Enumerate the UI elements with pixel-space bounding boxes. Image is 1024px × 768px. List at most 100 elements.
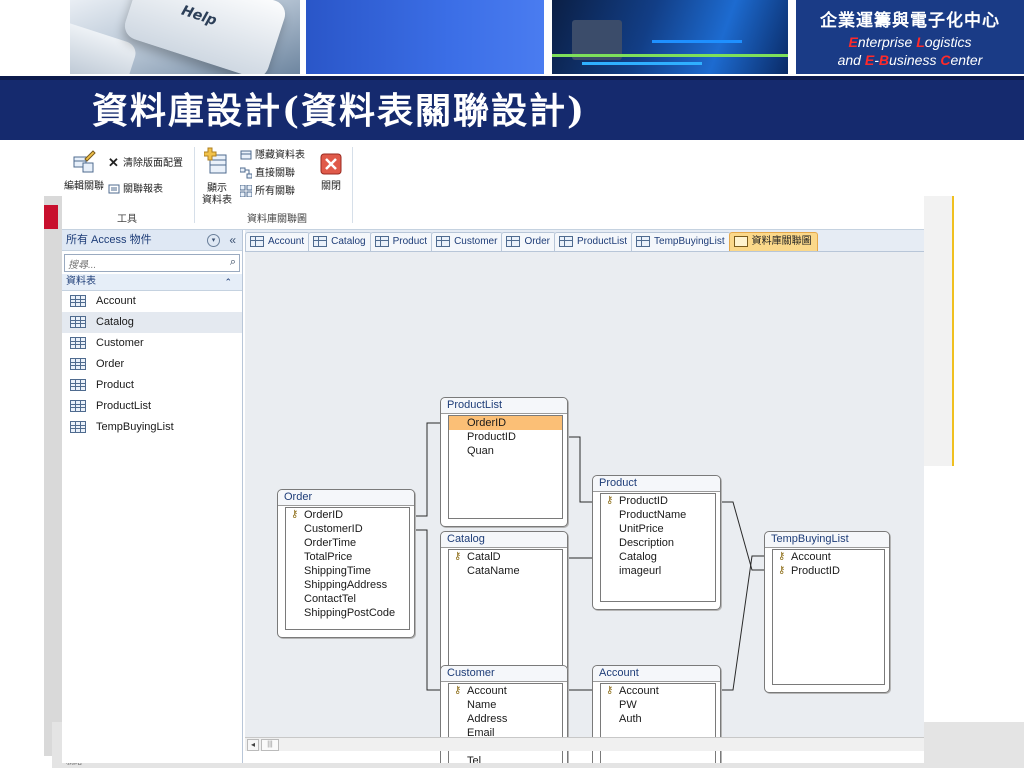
tab-account[interactable]: Account	[245, 232, 311, 251]
field-name: ProductID	[791, 565, 840, 577]
field-catald[interactable]: ⚷ CatalD	[449, 550, 562, 564]
nav-item-account[interactable]: Account	[62, 291, 242, 312]
field-tel[interactable]: Tel	[449, 754, 562, 763]
close-relationships-button[interactable]: 關閉	[316, 153, 346, 193]
collapse-pane-icon[interactable]: «	[229, 230, 236, 250]
field-name: Auth	[619, 713, 642, 725]
field-catalog[interactable]: Catalog	[601, 550, 715, 564]
field-name: ProductID	[619, 495, 668, 507]
field-orderid[interactable]: OrderID	[449, 416, 562, 430]
primary-key-icon: ⚷	[606, 495, 614, 506]
navigation-pane-header[interactable]: 所有 Access 物件 ▾ «	[62, 230, 242, 251]
table-box-productlist[interactable]: ProductList OrderID ProductID Quan	[440, 397, 568, 527]
direct-relationships-button[interactable]: 直接關聯	[240, 167, 295, 181]
access-window: 編輯關聯 ✕ 清除版面配置 關聯報表 工具 顯示 資料表 隱藏資料表 直接關聯 所…	[62, 143, 924, 763]
nav-item-label: Catalog	[96, 316, 134, 328]
field-unitprice[interactable]: UnitPrice	[601, 522, 715, 536]
nav-item-label: Customer	[96, 337, 144, 349]
group-tools-label: 工具	[117, 214, 137, 225]
field-imageurl[interactable]: imageurl	[601, 564, 715, 578]
table-box-title[interactable]: Catalog	[441, 532, 567, 548]
logo-english-line-1: Enterprise Logistics	[848, 34, 972, 50]
tables-section-header[interactable]: 資料表 ⌃	[62, 274, 242, 291]
group-relationships-label: 資料庫關聯圖	[247, 214, 307, 225]
primary-key-icon: ⚷	[454, 551, 462, 562]
link-account-tempbuyinglist	[718, 555, 767, 691]
table-box-product[interactable]: Product ⚷ ProductID ProductName UnitPrice Des…	[592, 475, 721, 610]
table-box-title[interactable]: Customer	[441, 666, 567, 682]
field-shippingtime[interactable]: ShippingTime	[286, 564, 409, 578]
tab-label: TempBuyingList	[654, 236, 725, 247]
table-box-title[interactable]: Order	[278, 490, 414, 506]
field-cataname[interactable]: CataName	[449, 564, 562, 578]
search-icon[interactable]: ⌕	[230, 256, 236, 269]
field-productid[interactable]: ⚷ ProductID	[773, 564, 884, 578]
primary-key-icon: ⚷	[291, 509, 299, 520]
table-box-title[interactable]: Product	[593, 476, 720, 492]
field-productid[interactable]: ⚷ ProductID	[601, 494, 715, 508]
table-box-title[interactable]: Account	[593, 666, 720, 682]
tab-tempbuyinglist[interactable]: TempBuyingList	[631, 232, 731, 251]
tab-customer[interactable]: Customer	[431, 232, 504, 251]
tab-productlist[interactable]: ProductList	[554, 232, 634, 251]
field-account[interactable]: ⚷ Account	[773, 550, 884, 564]
search-input[interactable]	[65, 257, 221, 274]
collapse-section-icon[interactable]: ⌃	[224, 274, 232, 290]
field-quan[interactable]: Quan	[449, 444, 562, 458]
tab-order[interactable]: Order	[501, 232, 556, 251]
table-box-tempbuyinglist[interactable]: TempBuyingList ⚷ Account ⚷ ProductID	[764, 531, 890, 693]
all-relationships-icon	[240, 185, 252, 198]
nav-item-catalog[interactable]: Catalog	[62, 312, 242, 333]
field-ordertime[interactable]: OrderTime	[286, 536, 409, 550]
field-productname[interactable]: ProductName	[601, 508, 715, 522]
tab-product[interactable]: Product	[369, 232, 434, 251]
chevron-down-icon[interactable]: ▾	[207, 234, 220, 247]
clear-layout-button[interactable]: ✕ 清除版面配置	[108, 156, 183, 171]
all-relationships-button[interactable]: 所有關聯	[240, 185, 295, 199]
field-account[interactable]: ⚷ Account	[601, 684, 715, 698]
table-box-title[interactable]: TempBuyingList	[765, 532, 889, 548]
field-contacttel[interactable]: ContactTel	[286, 592, 409, 606]
field-pw[interactable]: PW	[601, 698, 715, 712]
edit-relationships-button[interactable]: 編輯關聯	[64, 149, 104, 193]
field-totalprice[interactable]: TotalPrice	[286, 550, 409, 564]
table-box-title[interactable]: ProductList	[441, 398, 567, 414]
field-description[interactable]: Description	[601, 536, 715, 550]
primary-key-icon: ⚷	[778, 551, 786, 562]
nav-item-productlist[interactable]: ProductList	[62, 396, 242, 417]
field-productid[interactable]: ProductID	[449, 430, 562, 444]
show-table-button[interactable]: 顯示 資料表	[200, 147, 234, 207]
field-name: ShippingTime	[304, 565, 371, 577]
field-auth[interactable]: Auth	[601, 712, 715, 726]
table-icon	[70, 358, 86, 371]
tab-catalog[interactable]: Catalog	[308, 232, 372, 251]
field-name[interactable]: Name	[449, 698, 562, 712]
scroll-thumb[interactable]: |||	[261, 739, 279, 751]
scroll-left-arrow-icon[interactable]: ◂	[247, 739, 259, 751]
field-customerid[interactable]: CustomerID	[286, 522, 409, 536]
field-account[interactable]: ⚷ Account	[449, 684, 562, 698]
field-name: TotalPrice	[304, 551, 353, 563]
relationship-report-button[interactable]: 關聯報表	[108, 183, 163, 197]
field-list: ⚷ ProductID ProductName UnitPrice Descriptio…	[600, 493, 716, 602]
nav-item-label: ProductList	[96, 400, 152, 412]
table-icon	[250, 235, 264, 247]
field-orderid[interactable]: ⚷ OrderID	[286, 508, 409, 522]
tab-relationships[interactable]: 資料庫關聯圖	[728, 232, 818, 251]
nav-item-order[interactable]: Order	[62, 354, 242, 375]
field-shippingaddress[interactable]: ShippingAddress	[286, 578, 409, 592]
search-box: ⌕	[64, 254, 240, 274]
field-address[interactable]: Address	[449, 712, 562, 726]
field-shippingpostcode[interactable]: ShippingPostCode	[286, 606, 409, 620]
logo-chinese-name: 企業運籌與電子化中心	[820, 11, 1000, 31]
hide-table-icon	[240, 150, 252, 160]
table-box-order[interactable]: Order ⚷ OrderID CustomerID OrderTime TotalPri…	[277, 489, 415, 638]
direct-relationships-icon	[240, 167, 252, 179]
nav-item-tempbuyinglist[interactable]: TempBuyingList	[62, 417, 242, 438]
edit-relationships-icon	[73, 150, 96, 173]
nav-item-customer[interactable]: Customer	[62, 333, 242, 354]
table-icon	[559, 235, 573, 247]
hide-table-button[interactable]: 隱藏資料表	[240, 149, 305, 163]
horizontal-scrollbar[interactable]: ◂ |||	[245, 737, 924, 751]
nav-item-product[interactable]: Product	[62, 375, 242, 396]
